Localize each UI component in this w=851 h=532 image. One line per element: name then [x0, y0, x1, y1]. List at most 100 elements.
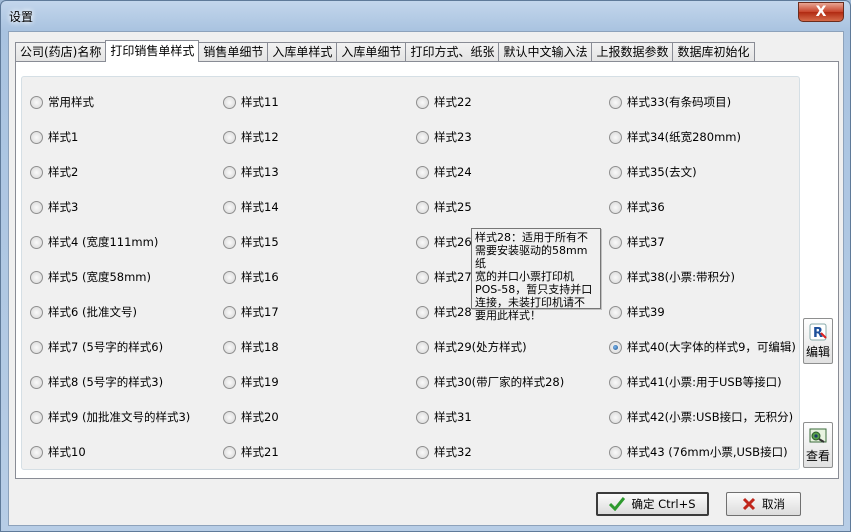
radio-button[interactable]: [416, 130, 429, 144]
radio-button[interactable]: [30, 340, 43, 354]
radio-button[interactable]: [223, 270, 236, 284]
style-option[interactable]: 样式8 (5号字的样式3): [30, 374, 163, 390]
style-option[interactable]: 样式34(纸宽280mm): [609, 129, 741, 145]
style-option[interactable]: 样式21: [223, 444, 279, 460]
style-option[interactable]: 样式1: [30, 129, 78, 145]
radio-button[interactable]: [416, 410, 429, 424]
close-button[interactable]: X: [798, 2, 844, 22]
style-option[interactable]: 样式30(带厂家的样式28): [416, 374, 564, 390]
radio-button[interactable]: [223, 165, 236, 179]
tab-report-params[interactable]: 上报数据参数: [591, 42, 674, 62]
ok-button[interactable]: 确定 Ctrl+S: [596, 492, 709, 516]
style-option[interactable]: 样式7 (5号字的样式6): [30, 339, 163, 355]
cancel-button[interactable]: 取消: [726, 492, 801, 516]
radio-button[interactable]: [30, 235, 43, 249]
radio-button[interactable]: [223, 95, 236, 109]
style-option[interactable]: 样式27: [416, 269, 472, 285]
radio-button[interactable]: [609, 340, 622, 354]
style-option[interactable]: 样式33(有条码项目): [609, 94, 731, 110]
radio-button[interactable]: [223, 235, 236, 249]
radio-button[interactable]: [416, 200, 429, 214]
style-option[interactable]: 样式28: [416, 304, 472, 320]
radio-button[interactable]: [609, 200, 622, 214]
style-option[interactable]: 样式17: [223, 304, 279, 320]
style-option[interactable]: 样式42(小票:USB接口，无积分): [609, 409, 793, 425]
tab-default-ime[interactable]: 默认中文输入法: [498, 42, 593, 62]
tab-stockin-details[interactable]: 入库单细节: [336, 42, 407, 62]
style-option[interactable]: 样式18: [223, 339, 279, 355]
radio-button[interactable]: [223, 375, 236, 389]
radio-button[interactable]: [30, 165, 43, 179]
radio-button[interactable]: [609, 235, 622, 249]
style-option[interactable]: 常用样式: [30, 94, 94, 110]
style-option[interactable]: 样式43 (76mm小票,USB接口): [609, 444, 788, 460]
style-option[interactable]: 样式26: [416, 234, 472, 250]
style-option[interactable]: 样式13: [223, 164, 279, 180]
radio-button[interactable]: [223, 200, 236, 214]
tab-sales-details[interactable]: 销售单细节: [198, 42, 269, 62]
radio-button[interactable]: [609, 270, 622, 284]
radio-button[interactable]: [416, 95, 429, 109]
radio-button[interactable]: [609, 410, 622, 424]
style-option[interactable]: 样式15: [223, 234, 279, 250]
style-option[interactable]: 样式9 (加批准文号的样式3): [30, 409, 190, 425]
style-option[interactable]: 样式20: [223, 409, 279, 425]
style-option[interactable]: 样式38(小票:带积分): [609, 269, 735, 285]
style-option[interactable]: 样式36: [609, 199, 665, 215]
style-option[interactable]: 样式19: [223, 374, 279, 390]
style-option[interactable]: 样式39: [609, 304, 665, 320]
style-option[interactable]: 样式37: [609, 234, 665, 250]
radio-button[interactable]: [416, 235, 429, 249]
radio-button[interactable]: [609, 95, 622, 109]
radio-button[interactable]: [223, 305, 236, 319]
style-option[interactable]: 样式12: [223, 129, 279, 145]
style-option[interactable]: 样式35(去文): [609, 164, 697, 180]
style-option[interactable]: 样式3: [30, 199, 78, 215]
radio-button[interactable]: [30, 270, 43, 284]
radio-button[interactable]: [30, 410, 43, 424]
radio-button[interactable]: [609, 165, 622, 179]
style-option[interactable]: 样式11: [223, 94, 279, 110]
radio-button[interactable]: [30, 95, 43, 109]
radio-button[interactable]: [223, 445, 236, 459]
tab-print-method-paper[interactable]: 打印方式、纸张: [405, 42, 500, 62]
radio-button[interactable]: [223, 340, 236, 354]
style-option[interactable]: 样式10: [30, 444, 86, 460]
radio-button[interactable]: [416, 340, 429, 354]
style-option[interactable]: 样式29(处方样式): [416, 339, 527, 355]
radio-button[interactable]: [609, 305, 622, 319]
title-bar[interactable]: 设置 X: [1, 1, 850, 31]
edit-button[interactable]: R 编辑: [803, 318, 833, 364]
style-option[interactable]: 样式6 (批准文号): [30, 304, 137, 320]
style-option[interactable]: 样式2: [30, 164, 78, 180]
radio-button[interactable]: [416, 375, 429, 389]
radio-button[interactable]: [30, 200, 43, 214]
style-option[interactable]: 样式16: [223, 269, 279, 285]
tab-print-sales-style[interactable]: 打印销售单样式: [105, 40, 200, 62]
style-option[interactable]: 样式25: [416, 199, 472, 215]
radio-button[interactable]: [223, 130, 236, 144]
style-option[interactable]: 样式5 (宽度58mm): [30, 269, 151, 285]
radio-button[interactable]: [416, 270, 429, 284]
tab-company-name[interactable]: 公司(药店)名称: [15, 42, 107, 62]
radio-button[interactable]: [609, 445, 622, 459]
style-option[interactable]: 样式23: [416, 129, 472, 145]
style-option[interactable]: 样式14: [223, 199, 279, 215]
style-option[interactable]: 样式22: [416, 94, 472, 110]
tab-stockin-style[interactable]: 入库单样式: [267, 42, 338, 62]
radio-button[interactable]: [416, 165, 429, 179]
radio-button[interactable]: [30, 445, 43, 459]
style-option[interactable]: 样式41(小票:用于USB等接口): [609, 374, 782, 390]
tab-db-init[interactable]: 数据库初始化: [672, 42, 755, 62]
view-button[interactable]: 查看: [803, 422, 833, 468]
style-option[interactable]: 样式4 (宽度111mm): [30, 234, 158, 250]
radio-button[interactable]: [416, 445, 429, 459]
radio-button[interactable]: [223, 410, 236, 424]
radio-button[interactable]: [609, 375, 622, 389]
radio-button[interactable]: [30, 130, 43, 144]
radio-button[interactable]: [30, 305, 43, 319]
style-option[interactable]: 样式31: [416, 409, 472, 425]
style-option[interactable]: 样式32: [416, 444, 472, 460]
radio-button[interactable]: [30, 375, 43, 389]
radio-button[interactable]: [416, 305, 429, 319]
